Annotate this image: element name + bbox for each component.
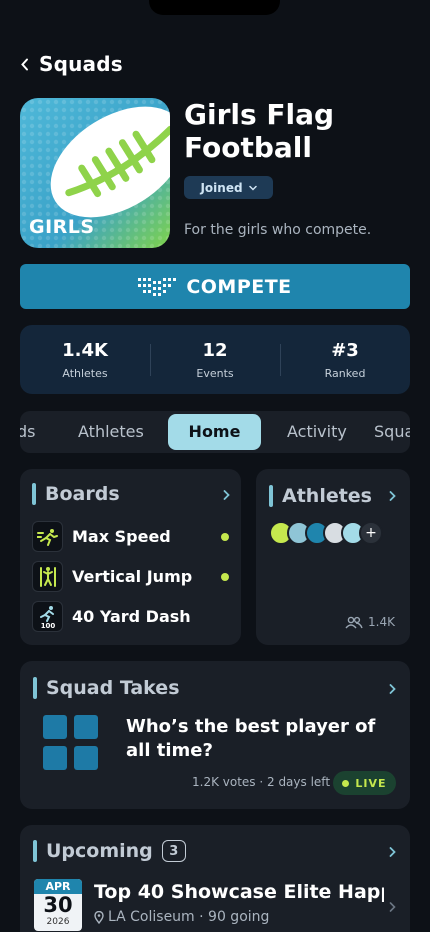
stat-label: Ranked	[324, 366, 366, 380]
stat-value: 12	[202, 339, 228, 361]
tab-athletes[interactable]: Athletes	[78, 414, 144, 450]
live-badge: LIVE	[333, 771, 396, 795]
upcoming-header: Upcoming 3	[33, 840, 186, 862]
chevron-right-icon[interactable]	[389, 847, 396, 857]
board-item-vertical-jump[interactable]: Vertical Jump	[32, 561, 192, 592]
back-nav[interactable]: Squads	[20, 52, 123, 76]
compete-logo-icon	[138, 277, 177, 296]
device-notch	[149, 0, 280, 15]
stat-athletes[interactable]: 1.4K Athletes	[20, 340, 150, 380]
stat-value: 1.4K	[62, 339, 108, 361]
stat-events[interactable]: 12 Events	[150, 340, 280, 380]
new-indicator-dot	[221, 573, 229, 581]
squad-takes-header: Squad Takes	[33, 677, 180, 699]
chevron-right-icon[interactable]	[389, 902, 396, 912]
board-name: Max Speed	[72, 527, 171, 546]
chevron-right-icon[interactable]	[389, 491, 396, 501]
chevron-right-icon[interactable]	[223, 490, 230, 500]
board-item-40-yard-dash[interactable]: 100 40 Yard Dash	[32, 601, 191, 632]
new-indicator-dot	[221, 533, 229, 541]
accent-bar	[33, 840, 37, 862]
tab-home[interactable]: Home	[168, 414, 261, 450]
accent-bar	[32, 483, 36, 505]
athlete-count: 1.4K	[345, 615, 395, 629]
accent-bar	[33, 677, 37, 699]
squad-image: GIRLS	[20, 98, 170, 248]
take-question: Who’s the best player of all time?	[126, 716, 376, 761]
event-location: LA Coliseum · 90 going	[108, 909, 270, 925]
back-label[interactable]: Squads	[39, 52, 123, 76]
dash-100-icon: 100	[32, 601, 63, 632]
chevron-left-icon[interactable]	[20, 58, 31, 71]
stat-value: #3	[331, 339, 359, 361]
squad-takes-card[interactable]: Squad Takes Who’s the best player of all…	[20, 661, 410, 809]
athlete-count-value: 1.4K	[368, 615, 395, 629]
event-date-calendar: APR 30 2026	[34, 879, 82, 931]
compete-label: COMPETE	[186, 275, 292, 298]
tab-activity[interactable]: Activity	[287, 414, 347, 450]
stat-label: Athletes	[62, 366, 108, 380]
boards-card[interactable]: Boards Max Speed Vertical Jump 100 40 Ya…	[20, 469, 241, 645]
svg-text:100: 100	[40, 622, 55, 629]
chevron-right-icon[interactable]	[389, 684, 396, 694]
more-athletes-button[interactable]: +	[359, 521, 383, 545]
event-title[interactable]: Top 40 Showcase Elite Happ...	[94, 881, 384, 903]
chevron-down-icon	[248, 185, 257, 191]
sprinter-icon	[32, 521, 63, 552]
stat-ranked[interactable]: #3 Ranked	[280, 340, 410, 380]
athletes-header: Athletes	[269, 485, 372, 507]
squad-title: Girls Flag Football	[184, 98, 335, 164]
boards-header: Boards	[32, 483, 120, 505]
jump-icon	[32, 561, 63, 592]
tab-boards[interactable]: ds	[20, 414, 36, 450]
event-year: 2026	[46, 917, 70, 927]
poll-grid-icon	[43, 715, 98, 770]
boards-title: Boards	[45, 483, 120, 505]
membership-dropdown[interactable]: Joined	[184, 176, 273, 199]
event-meta: LA Coliseum · 90 going	[94, 909, 269, 925]
upcoming-card[interactable]: Upcoming 3 APR 30 2026 Top 40 Showcase E…	[20, 825, 410, 932]
squad-image-label: GIRLS	[29, 216, 95, 238]
live-label: LIVE	[355, 776, 387, 790]
event-day: 30	[43, 893, 73, 917]
squad-takes-title: Squad Takes	[46, 677, 180, 699]
squad-tabs: ds Athletes Home Activity Squa	[20, 411, 410, 453]
squad-description: For the girls who compete.	[184, 222, 372, 238]
people-icon	[345, 616, 363, 628]
board-name: 40 Yard Dash	[72, 607, 191, 626]
squad-stats: 1.4K Athletes 12 Events #3 Ranked	[20, 325, 410, 394]
stat-label: Events	[196, 366, 234, 380]
accent-bar	[269, 485, 273, 507]
athlete-avatars[interactable]: +	[269, 521, 383, 545]
upcoming-count-badge: 3	[161, 840, 186, 862]
live-dot	[342, 779, 350, 787]
board-item-max-speed[interactable]: Max Speed	[32, 521, 171, 552]
event-month: APR	[34, 879, 82, 894]
take-meta: 1.2K votes · 2 days left	[192, 775, 331, 789]
membership-label: Joined	[200, 180, 243, 195]
athletes-title: Athletes	[282, 485, 372, 507]
athletes-card[interactable]: Athletes + 1.4K	[256, 469, 410, 645]
location-pin-icon	[94, 910, 104, 924]
board-name: Vertical Jump	[72, 567, 193, 586]
compete-button[interactable]: COMPETE	[20, 264, 410, 309]
tab-squads[interactable]: Squa	[374, 414, 410, 450]
upcoming-title: Upcoming	[46, 840, 153, 862]
